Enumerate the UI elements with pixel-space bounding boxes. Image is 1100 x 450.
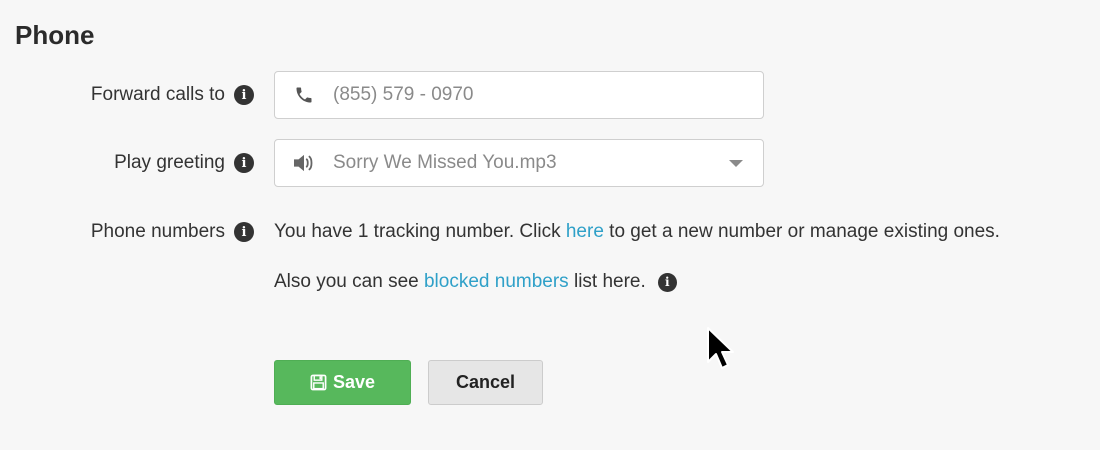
cancel-button-label: Cancel [455, 372, 516, 392]
phone-numbers-label: Phone numbers [90, 221, 225, 242]
mouse-cursor-icon [707, 327, 734, 369]
forward-calls-label: Forward calls to [90, 84, 225, 105]
blocked-text-before: Also you can see [274, 271, 419, 292]
play-greeting-value: Sorry We Missed You.mp3 [333, 152, 557, 173]
info-icon[interactable]: i [234, 85, 254, 105]
forward-calls-field[interactable] [274, 71, 764, 119]
cancel-button[interactable]: Cancel [428, 360, 543, 405]
blocked-numbers-text: Also you can see blocked numbers list he… [274, 270, 677, 294]
forward-calls-label-wrap: Forward calls to i [0, 84, 254, 106]
info-icon[interactable]: i [234, 153, 254, 173]
speaker-icon [275, 153, 333, 173]
play-greeting-label-wrap: Play greeting i [0, 152, 254, 174]
floppy-disk-icon [310, 374, 327, 391]
save-button-label: Save [332, 372, 376, 392]
section-title: Phone [15, 20, 95, 50]
save-button[interactable]: Save [274, 360, 411, 405]
tracking-number-text: You have 1 tracking number. Click here t… [274, 220, 1000, 244]
blocked-numbers-link[interactable]: blocked numbers [424, 271, 569, 293]
tracking-text-before: You have 1 tracking number. Click [274, 221, 561, 242]
tracking-text-after: to get a new number or manage existing o… [609, 221, 1000, 242]
phone-icon [275, 85, 333, 105]
blocked-text-after: list here. [573, 271, 646, 292]
chevron-down-icon[interactable] [729, 159, 743, 167]
play-greeting-select[interactable]: Sorry We Missed You.mp3 [274, 139, 764, 187]
play-greeting-label: Play greeting [114, 152, 225, 173]
here-link[interactable]: here [566, 221, 604, 243]
phone-numbers-label-wrap: Phone numbers i [0, 221, 254, 243]
forward-calls-input[interactable] [333, 84, 713, 106]
info-icon[interactable]: i [657, 272, 677, 292]
info-icon[interactable]: i [234, 222, 254, 242]
